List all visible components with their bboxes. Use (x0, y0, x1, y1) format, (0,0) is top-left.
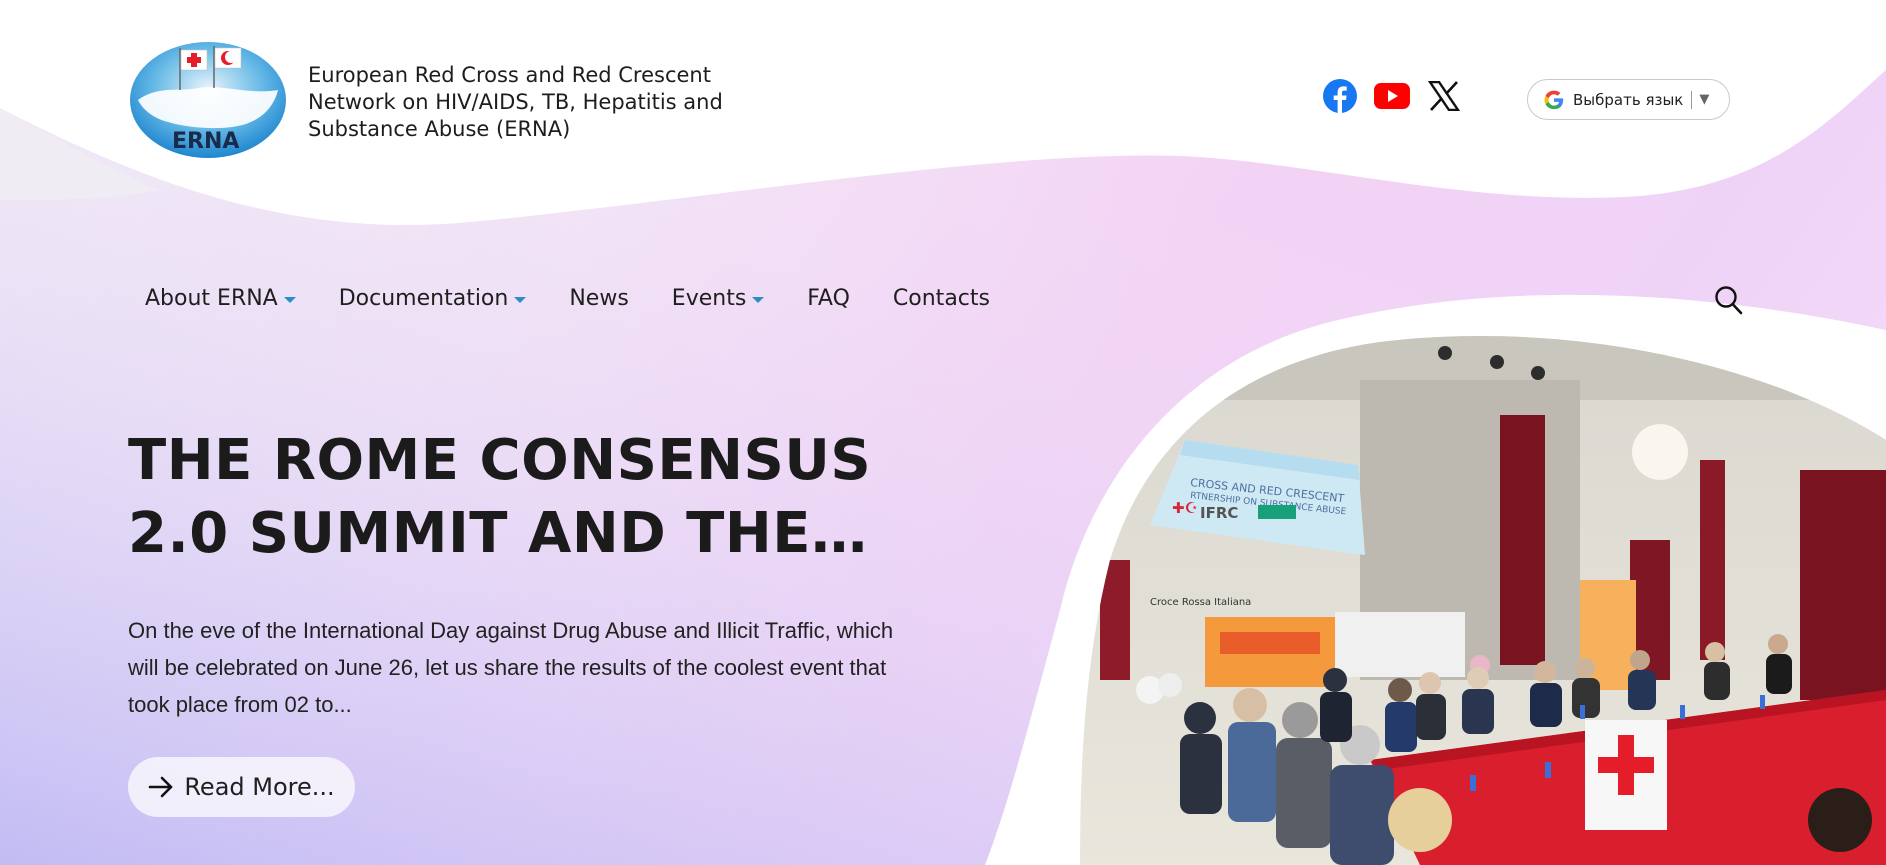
read-more-button[interactable]: Read More... (128, 757, 355, 817)
language-select-label: Выбрать язык (1573, 90, 1684, 109)
nav-item-news[interactable]: News (569, 286, 628, 311)
search-icon[interactable] (1714, 285, 1744, 317)
caret-down-icon (514, 296, 527, 303)
nav-item-label: Documentation (338, 286, 509, 311)
nav-item-label: FAQ (807, 286, 850, 311)
google-icon (1544, 90, 1564, 109)
language-select[interactable]: Выбрать язык ▼ (1527, 79, 1730, 120)
read-more-label: Read More... (184, 773, 335, 801)
x-icon[interactable] (1426, 78, 1462, 114)
main-nav: About ERNA Documentation News Events FAQ… (145, 286, 1033, 311)
logo-text: ERNA (172, 129, 239, 154)
nav-item-about-erna[interactable]: About ERNA (145, 286, 296, 311)
hero-excerpt: On the eve of the International Day agai… (128, 618, 894, 717)
erna-logo[interactable]: ERNA (128, 40, 288, 160)
nav-item-label: About ERNA (145, 286, 278, 311)
org-name: European Red Cross and Red Crescent Netw… (308, 63, 723, 141)
nav-item-label: Events (671, 286, 747, 311)
hero-title[interactable]: THE ROME CONSENSUS 2.0 SUMMIT AND THE… (128, 424, 888, 570)
nav-item-events[interactable]: Events (672, 286, 765, 311)
caret-down-icon (752, 296, 765, 303)
arrow-right-icon (149, 776, 173, 798)
nav-item-contacts[interactable]: Contacts (893, 286, 990, 311)
youtube-icon[interactable] (1374, 78, 1410, 114)
nav-item-faq[interactable]: FAQ (807, 286, 850, 311)
caret-down-icon (283, 296, 296, 303)
nav-item-label: Contacts (892, 286, 990, 311)
nav-item-label: News (569, 286, 629, 311)
social-links (1322, 78, 1462, 114)
nav-item-documentation[interactable]: Documentation (339, 286, 527, 311)
language-select-divider (1691, 90, 1693, 109)
chevron-down-icon: ▼ (1699, 92, 1710, 107)
facebook-icon[interactable] (1322, 78, 1358, 114)
